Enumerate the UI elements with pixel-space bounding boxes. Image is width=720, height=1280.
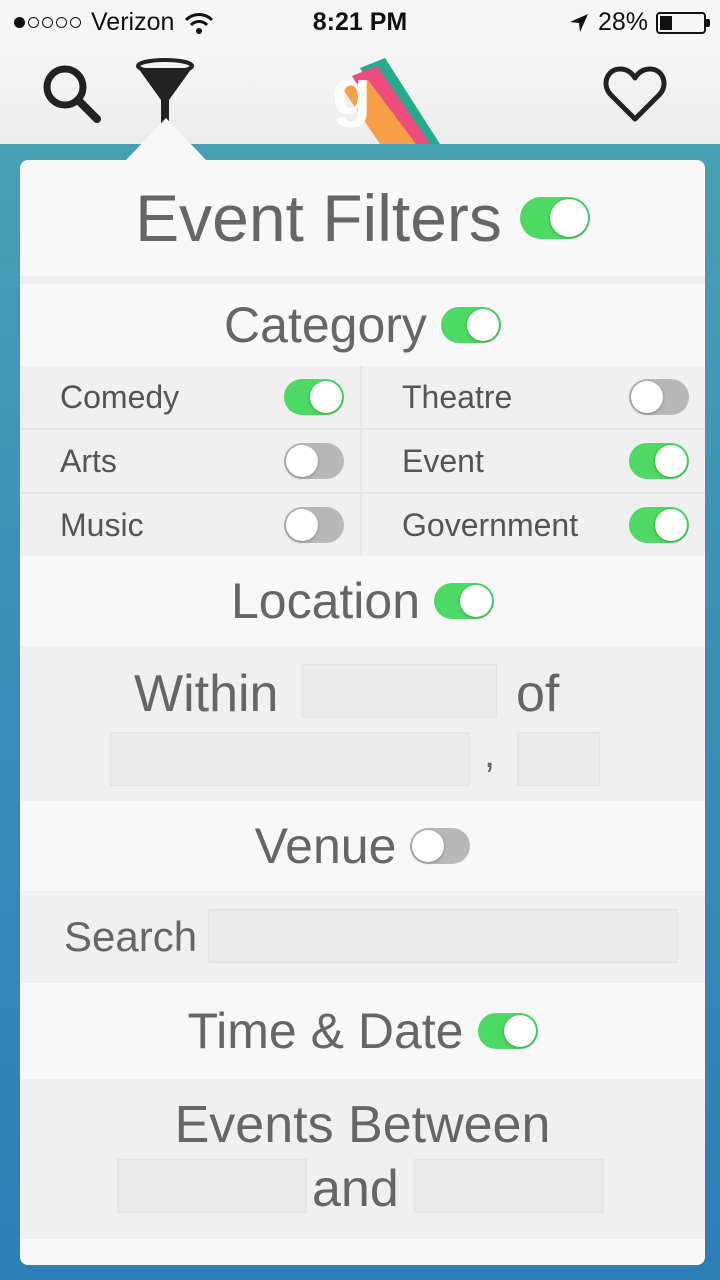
event-toggle[interactable] xyxy=(629,443,689,479)
category-item-label: Theatre xyxy=(402,378,513,415)
location-toggle[interactable] xyxy=(434,583,495,619)
comma-separator: , xyxy=(484,732,496,776)
venue-label: Venue xyxy=(254,818,397,874)
time-date-label: Time & Date xyxy=(187,1003,464,1059)
state-input[interactable] xyxy=(517,732,600,786)
of-label: of xyxy=(516,665,560,723)
venue-header: Venue xyxy=(20,801,705,891)
and-label: and xyxy=(312,1160,399,1218)
search-icon xyxy=(43,65,101,123)
time-date-toggle[interactable] xyxy=(477,1013,538,1049)
favorites-button[interactable] xyxy=(600,58,670,128)
event-filters-popover: Event Filters Category Comedy Theatre Ar… xyxy=(20,160,705,1265)
category-header: Category xyxy=(20,284,705,366)
nav-bar: g xyxy=(0,44,720,144)
category-item-label: Comedy xyxy=(60,378,180,415)
category-item-event: Event xyxy=(362,430,705,492)
category-grid: Comedy Theatre Arts Event Music Governme… xyxy=(20,366,705,556)
app-logo: g xyxy=(330,56,450,144)
venue-fields: Search xyxy=(20,891,705,983)
category-label: Category xyxy=(224,297,427,353)
heart-icon xyxy=(603,66,667,122)
popover-pointer xyxy=(126,118,206,160)
category-toggle[interactable] xyxy=(440,307,501,343)
battery-icon xyxy=(656,11,710,34)
category-item-label: Music xyxy=(60,506,144,543)
distance-input[interactable] xyxy=(302,664,497,718)
music-toggle[interactable] xyxy=(284,507,344,543)
location-arrow-icon xyxy=(569,13,588,32)
comedy-toggle[interactable] xyxy=(284,379,344,415)
events-between-label: Events Between xyxy=(174,1096,551,1154)
government-toggle[interactable] xyxy=(629,507,689,543)
search-label: Search xyxy=(64,913,198,960)
page-title: Event Filters xyxy=(135,181,502,255)
category-item-government: Government xyxy=(362,494,705,556)
category-item-comedy: Comedy xyxy=(20,366,360,428)
venue-search-input[interactable] xyxy=(208,909,678,963)
city-input[interactable] xyxy=(110,732,470,786)
theatre-toggle[interactable] xyxy=(629,379,689,415)
filters-header: Event Filters xyxy=(20,160,705,276)
arts-toggle[interactable] xyxy=(284,443,344,479)
end-date-input[interactable] xyxy=(414,1159,604,1213)
time-date-header: Time & Date xyxy=(20,983,705,1079)
location-header: Location xyxy=(20,556,705,646)
logo-letter: g xyxy=(332,58,371,128)
battery-percent: 28% xyxy=(597,8,648,36)
start-date-input[interactable] xyxy=(117,1159,307,1213)
search-button[interactable] xyxy=(36,58,106,128)
category-item-music: Music xyxy=(20,494,360,556)
category-item-label: Event xyxy=(402,442,484,479)
venue-toggle[interactable] xyxy=(410,828,471,864)
divider xyxy=(20,276,705,284)
location-fields: Within of , xyxy=(20,646,705,801)
status-right: 28% xyxy=(568,8,710,37)
category-item-label: Arts xyxy=(60,442,117,479)
category-item-label: Government xyxy=(402,506,579,543)
status-bar: Verizon 8:21 PM 28% xyxy=(0,0,720,44)
time-date-fields: Events Between and xyxy=(20,1079,705,1239)
category-item-arts: Arts xyxy=(20,430,360,492)
category-item-theatre: Theatre xyxy=(362,366,705,428)
within-label: Within xyxy=(134,665,279,723)
event-filters-toggle[interactable] xyxy=(519,197,590,239)
location-label: Location xyxy=(230,573,421,629)
